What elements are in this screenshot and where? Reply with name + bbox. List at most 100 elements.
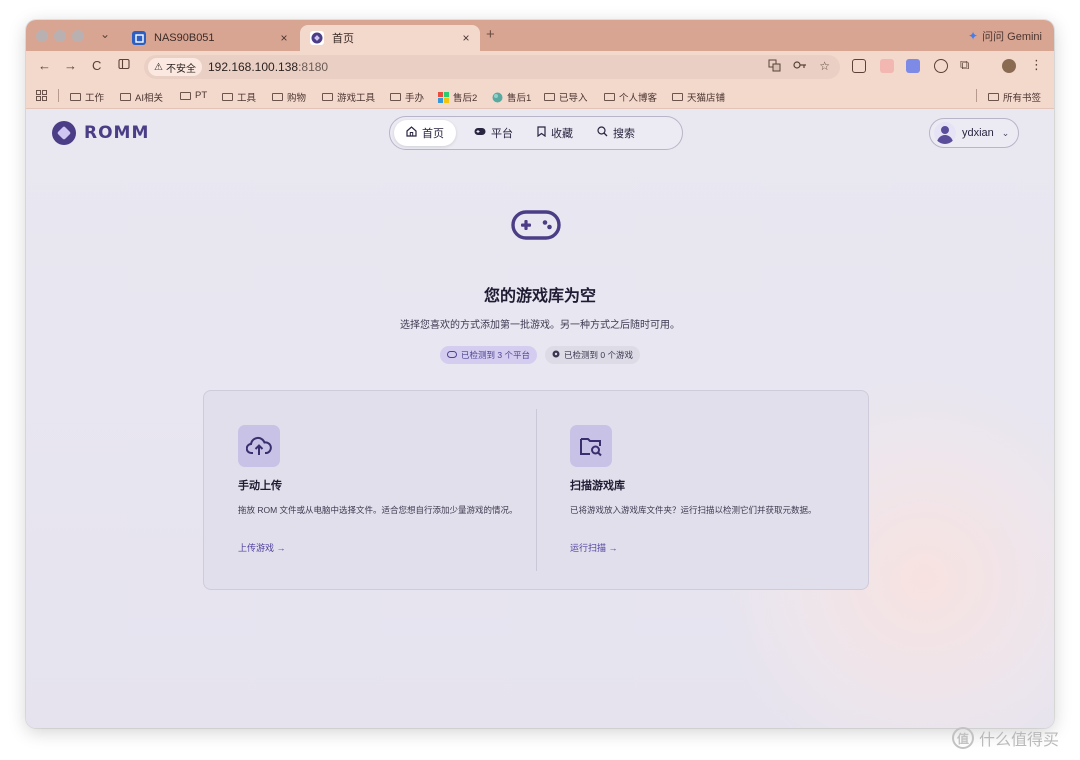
cloud-upload-icon	[238, 425, 280, 467]
folder-icon	[604, 93, 615, 101]
folder-icon	[544, 93, 555, 101]
sidebar-toggle-icon[interactable]	[118, 58, 130, 73]
nav-label: 首页	[422, 128, 444, 140]
empty-library-title: 您的游戏库为空	[483, 288, 596, 305]
extension-2-icon[interactable]	[880, 59, 894, 73]
bookmark-folder[interactable]: 已导入	[544, 90, 588, 104]
main-nav: 首页 平台 收藏 搜索	[389, 116, 683, 150]
bookmarks-bar: 工作 AI相关 PT 工具 购物 游戏工具 手办 售后2 售后1 已导入 个人博…	[26, 83, 1054, 109]
username: ydxian	[962, 127, 994, 139]
bookmark-folder[interactable]: 手办	[390, 90, 424, 104]
home-icon	[406, 126, 417, 140]
tab-close-icon[interactable]: ×	[456, 31, 476, 45]
nav-label: 平台	[491, 128, 513, 140]
browser-toolbar: ← → C ⚠ 不安全 192.168.100.138:8180 ☆ ⧉ ⋮	[26, 51, 1054, 83]
bookmark-folder[interactable]: 个人博客	[604, 90, 657, 104]
bookmark-separator	[58, 89, 59, 102]
romm-logo-icon	[52, 121, 76, 145]
extension-3-icon[interactable]	[906, 59, 920, 73]
nav-search[interactable]: 搜索	[585, 120, 647, 146]
warning-icon: ⚠	[154, 61, 163, 73]
tab-close-icon[interactable]: ×	[274, 31, 294, 45]
close-window-button[interactable]	[36, 30, 48, 42]
gamepad-empty-state-icon	[511, 210, 561, 240]
folder-icon	[672, 93, 683, 101]
translate-icon[interactable]	[768, 59, 781, 75]
extension-1-icon[interactable]	[852, 59, 866, 73]
colored-tiles-icon	[438, 91, 449, 103]
run-scan-link[interactable]: 运行扫描 →	[570, 541, 618, 554]
folder-icon	[322, 93, 333, 101]
gemini-button[interactable]: ✦ 问问 Gemini	[968, 28, 1042, 44]
folder-icon	[390, 93, 401, 101]
disc-icon	[552, 350, 560, 360]
folder-icon	[222, 93, 233, 101]
nas-favicon-icon	[132, 31, 146, 45]
bookmark-link[interactable]: 售后2	[438, 90, 477, 104]
tab-list-chevron-icon[interactable]: ⌄	[100, 27, 110, 41]
bookmark-link[interactable]: 售后1	[492, 90, 531, 104]
romm-logo[interactable]: ROMM	[52, 121, 149, 145]
bookmark-folder[interactable]: 游戏工具	[322, 90, 375, 104]
nav-platforms[interactable]: 平台	[462, 120, 525, 146]
romm-page: ROMM 首页 平台 收藏 搜索 ydxian ⌄ 您的游戏库为空 选择您喜欢的…	[26, 109, 1054, 728]
nav-label: 搜索	[613, 128, 635, 140]
nav-collections[interactable]: 收藏	[525, 120, 585, 146]
logo-text: ROMM	[84, 123, 150, 143]
browser-window: ⌄ NAS90B051 × 首页 × + ✦ 问问 Gemini ← → C ⚠…	[26, 20, 1054, 728]
bookmark-separator	[976, 89, 977, 102]
bookmark-folder[interactable]: 购物	[272, 90, 306, 104]
folder-search-icon	[570, 425, 612, 467]
watermark-text: 什么值得买	[979, 732, 1060, 749]
card-title: 手动上传	[238, 480, 282, 492]
add-games-panel: 手动上传 拖放 ROM 文件或从电脑中选择文件。适合您想自行添加少量游戏的情况。…	[203, 390, 869, 590]
detection-chips: 已检测到 3 个平台 已检测到 0 个游戏	[26, 346, 1054, 364]
card-description: 已将游戏放入游戏库文件夹？运行扫描以检测它们并获取元数据。	[570, 505, 817, 515]
scan-library-card[interactable]: 扫描游戏库 已将游戏放入游戏库文件夹？运行扫描以检测它们并获取元数据。 运行扫描…	[570, 425, 870, 553]
upload-games-link[interactable]: 上传游戏 →	[238, 541, 286, 554]
watermark: 值 什么值得买	[952, 726, 1059, 750]
extensions-puzzle-icon[interactable]: ⧉	[960, 57, 969, 73]
maximize-window-button[interactable]	[72, 30, 84, 42]
new-tab-button[interactable]: +	[486, 26, 495, 43]
watermark-logo-icon: 值	[952, 727, 974, 749]
minimize-window-button[interactable]	[54, 30, 66, 42]
folder-icon	[120, 93, 131, 101]
profile-avatar-icon[interactable]	[1002, 59, 1016, 73]
user-menu-button[interactable]: ydxian ⌄	[929, 118, 1019, 148]
all-bookmarks-folder[interactable]: 所有书签	[988, 90, 1041, 104]
manual-upload-card[interactable]: 手动上传 拖放 ROM 文件或从电脑中选择文件。适合您想自行添加少量游戏的情况。…	[238, 425, 538, 553]
search-icon	[597, 126, 608, 140]
gemini-icon: ✦	[968, 29, 979, 43]
bookmark-folder[interactable]: 工作	[70, 90, 104, 104]
nav-label: 收藏	[551, 128, 573, 140]
security-label: 不安全	[165, 63, 196, 75]
empty-library-subtitle: 选择您喜欢的方式添加第一批游戏。另一种方式之后随时可用。	[400, 320, 680, 331]
bookmark-folder[interactable]: 天猫店铺	[672, 90, 725, 104]
gamepad-icon	[447, 350, 458, 360]
folder-icon	[70, 93, 81, 101]
extension-4-icon[interactable]	[934, 59, 948, 73]
folder-icon	[272, 93, 283, 101]
gamepad-icon	[474, 127, 486, 139]
gemini-label: 问问 Gemini	[982, 31, 1042, 43]
platforms-detected-badge: 已检测到 3 个平台	[440, 346, 537, 364]
back-button[interactable]: ←	[38, 58, 51, 73]
bookmark-folder[interactable]: 工具	[222, 90, 256, 104]
security-chip[interactable]: ⚠ 不安全	[148, 58, 202, 76]
card-description: 拖放 ROM 文件或从电脑中选择文件。适合您想自行添加少量游戏的情况。	[238, 505, 518, 515]
romm-favicon-icon	[310, 31, 324, 45]
tab-home[interactable]: 首页 ×	[300, 25, 480, 51]
tab-nas[interactable]: NAS90B051 ×	[122, 25, 298, 51]
nav-home[interactable]: 首页	[394, 120, 456, 146]
forward-button[interactable]: →	[64, 58, 77, 73]
address-bar[interactable]: ⚠ 不安全 192.168.100.138:8180 ☆	[144, 55, 840, 79]
bookmark-folder[interactable]: PT	[180, 90, 207, 101]
browser-menu-icon[interactable]: ⋮	[1030, 57, 1043, 73]
apps-grid-icon[interactable]	[36, 90, 47, 101]
url-text: 192.168.100.138:8180	[207, 60, 329, 74]
bookmark-folder[interactable]: AI相关	[120, 90, 163, 104]
reload-button[interactable]: C	[92, 58, 101, 73]
bookmark-star-icon[interactable]: ☆	[819, 59, 830, 75]
password-key-icon[interactable]	[793, 59, 807, 75]
